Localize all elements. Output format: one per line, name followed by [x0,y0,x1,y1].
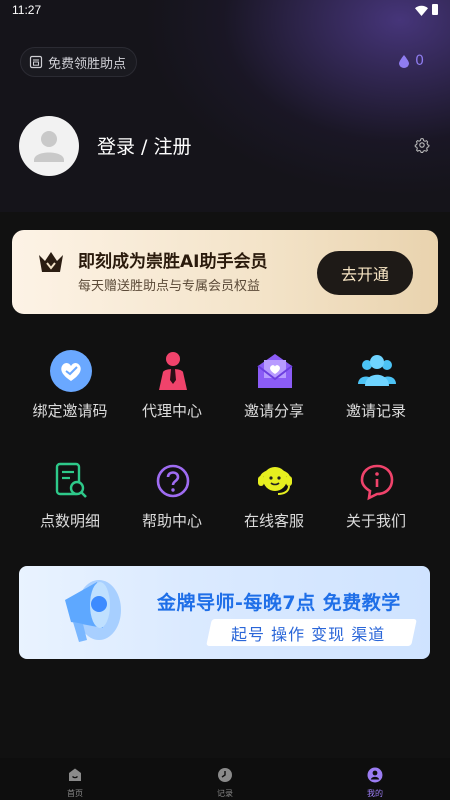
gift-icon [29,55,43,69]
grid-item-label: 绑定邀请码 [32,402,108,420]
status-time: 11:27 [12,3,42,17]
crown-icon [39,252,63,272]
grid-item-label: 邀请记录 [345,402,406,420]
envelope-heart-icon [257,354,293,388]
tab-mine[interactable]: 我的 [330,762,420,798]
tab-label: 记录 [217,789,233,798]
users-icon [358,355,396,386]
heart-badge-icon [50,350,92,392]
grid-item-label: 邀请分享 [243,402,304,420]
user-placeholder-icon [34,131,64,162]
activate-vip-button[interactable]: 去开通 [317,251,413,295]
tab-home[interactable]: 首页 [30,762,120,798]
tab-records[interactable]: 记录 [180,762,270,798]
login-register-link[interactable]: 登录 / 注册 [97,132,191,159]
profile-header: 11:27 免费领胜助点 0 登录 / 注册 [0,0,450,212]
vip-membership-banner[interactable]: 即刻成为崇胜AI助手会员 每天赠送胜助点与专属会员权益 去开通 [12,230,438,314]
drop-icon [399,54,410,68]
clock-icon [218,768,232,782]
grid-item-label: 关于我们 [345,512,406,530]
grid-item-online-support[interactable]: 在线客服 [218,448,330,538]
promo-title: 金牌导师-每晚7点 免费教学 [157,592,401,614]
grid-item-label: 点数明细 [39,512,100,530]
mentor-promo-banner[interactable]: 金牌导师-每晚7点 免费教学 起号 操作 变现 渠道 [19,566,430,659]
wifi-icon [415,5,428,16]
info-icon [360,464,394,501]
grid-item-label: 代理中心 [141,402,202,420]
vip-title: 即刻成为崇胜AI助手会员 [78,252,268,272]
document-search-icon [55,462,87,498]
points-balance[interactable]: 0 [399,53,424,69]
balance-value: 0 [415,53,424,69]
agent-icon [159,352,187,390]
profile-icon [367,767,383,783]
bottom-tab-bar: 首页 记录 我的 [0,758,450,800]
help-icon [156,464,190,498]
status-bar: 11:27 [0,0,450,22]
tab-label: 我的 [367,789,383,798]
grid-item-label: 在线客服 [243,512,304,530]
grid-item-label: 帮助中心 [141,512,202,530]
grid-item-invite-share[interactable]: 邀请分享 [218,338,330,428]
grid-item-invite-records[interactable]: 邀请记录 [320,338,432,428]
tab-label: 首页 [67,789,83,798]
grid-item-agent-center[interactable]: 代理中心 [116,338,228,428]
gear-icon[interactable] [414,137,430,153]
battery-icon [432,4,438,15]
free-points-button[interactable]: 免费领胜助点 [20,47,138,77]
vip-subtitle: 每天赠送胜助点与专属会员权益 [78,279,261,294]
megaphone-icon [65,580,121,642]
grid-item-about-us[interactable]: 关于我们 [320,448,432,538]
home-icon [69,768,81,781]
grid-item-points-detail[interactable]: 点数明细 [14,448,126,538]
headset-icon [258,467,292,495]
grid-item-bind-invite-code[interactable]: 绑定邀请码 [14,338,126,428]
avatar[interactable] [19,116,79,176]
free-points-label: 免费领胜助点 [48,56,127,72]
grid-item-help-center[interactable]: 帮助中心 [116,448,228,538]
promo-tags: 起号 操作 变现 渠道 [231,625,386,644]
